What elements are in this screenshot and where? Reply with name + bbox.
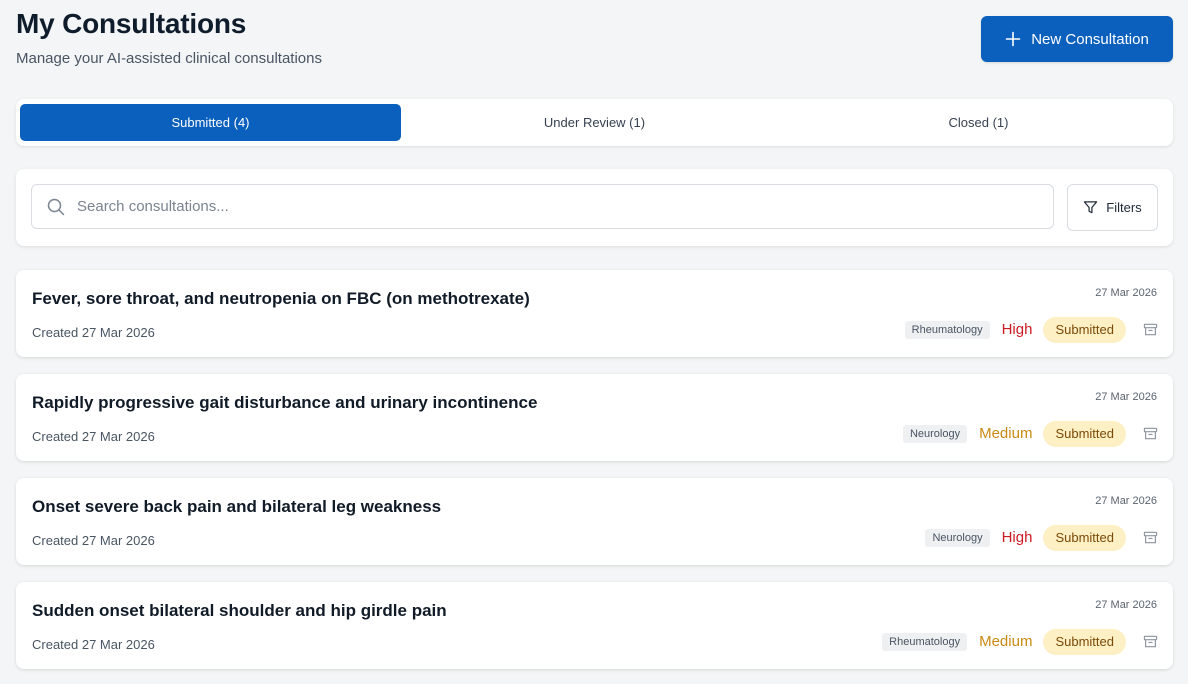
consultations-page: My Consultations Manage your AI-assisted… [0,0,1188,684]
consultation-created: Created 27 Mar 2026 [32,325,155,340]
tab-under-review[interactable]: Under Review (1) [404,104,785,141]
archive-icon[interactable] [1143,530,1158,545]
page-subtitle: Manage your AI-assisted clinical consult… [16,50,322,67]
specialty-tag: Neurology [925,528,990,547]
consultation-date: 27 Mar 2026 [1095,599,1157,611]
page-title: My Consultations [16,8,247,39]
consultation-meta: Rheumatology Medium Submitted [882,628,1161,655]
status-badge: Submitted [1043,316,1126,343]
consultation-created: Created 27 Mar 2026 [32,429,155,444]
consultation-card[interactable]: Fever, sore throat, and neutropenia on F… [16,270,1173,357]
priority-label: Medium [979,633,1033,650]
priority-label: Medium [979,425,1033,442]
archive-icon[interactable] [1143,634,1158,649]
priority-label: High [1001,321,1033,338]
status-badge: Submitted [1043,420,1126,447]
consultation-card[interactable]: Onset severe back pain and bilateral leg… [16,478,1173,565]
consultation-created: Created 27 Mar 2026 [32,533,155,548]
consultation-title: Rapidly progressive gait disturbance and… [32,393,538,412]
filter-icon [1084,201,1098,214]
consultation-card[interactable]: Sudden onset bilateral shoulder and hip … [16,582,1173,669]
plus-icon [1005,31,1021,47]
search-input[interactable] [77,185,1037,228]
consultation-date: 27 Mar 2026 [1095,495,1157,507]
search-box [31,184,1054,229]
consultation-meta: Neurology High Submitted [925,524,1161,551]
archive-icon[interactable] [1143,322,1158,337]
specialty-tag: Rheumatology [882,632,968,651]
search-icon [47,198,65,216]
specialty-tag: Rheumatology [904,320,990,339]
consultation-title: Onset severe back pain and bilateral leg… [32,497,442,516]
consultation-title: Sudden onset bilateral shoulder and hip … [32,601,447,620]
consultation-meta: Rheumatology High Submitted [904,316,1161,343]
filters-button[interactable]: Filters [1067,184,1158,231]
status-tabs: Submitted (4) Under Review (1) Closed (1… [16,99,1173,146]
new-consultation-label: New Consultation [1031,30,1149,48]
consultation-card[interactable]: Rapidly progressive gait disturbance and… [16,374,1173,461]
new-consultation-button[interactable]: New Consultation [981,16,1173,62]
status-badge: Submitted [1043,628,1126,655]
status-badge: Submitted [1043,524,1126,551]
filters-label: Filters [1106,200,1142,215]
tab-submitted[interactable]: Submitted (4) [20,104,401,141]
consultation-created: Created 27 Mar 2026 [32,637,155,652]
tab-closed[interactable]: Closed (1) [788,104,1169,141]
specialty-tag: Neurology [902,424,968,443]
priority-label: High [1001,529,1033,546]
consultation-date: 27 Mar 2026 [1095,391,1157,403]
archive-icon[interactable] [1143,426,1158,441]
consultation-meta: Neurology Medium Submitted [902,420,1161,447]
consultation-title: Fever, sore throat, and neutropenia on F… [32,289,530,308]
search-panel: Filters [16,169,1173,246]
consultation-date: 27 Mar 2026 [1095,287,1157,299]
